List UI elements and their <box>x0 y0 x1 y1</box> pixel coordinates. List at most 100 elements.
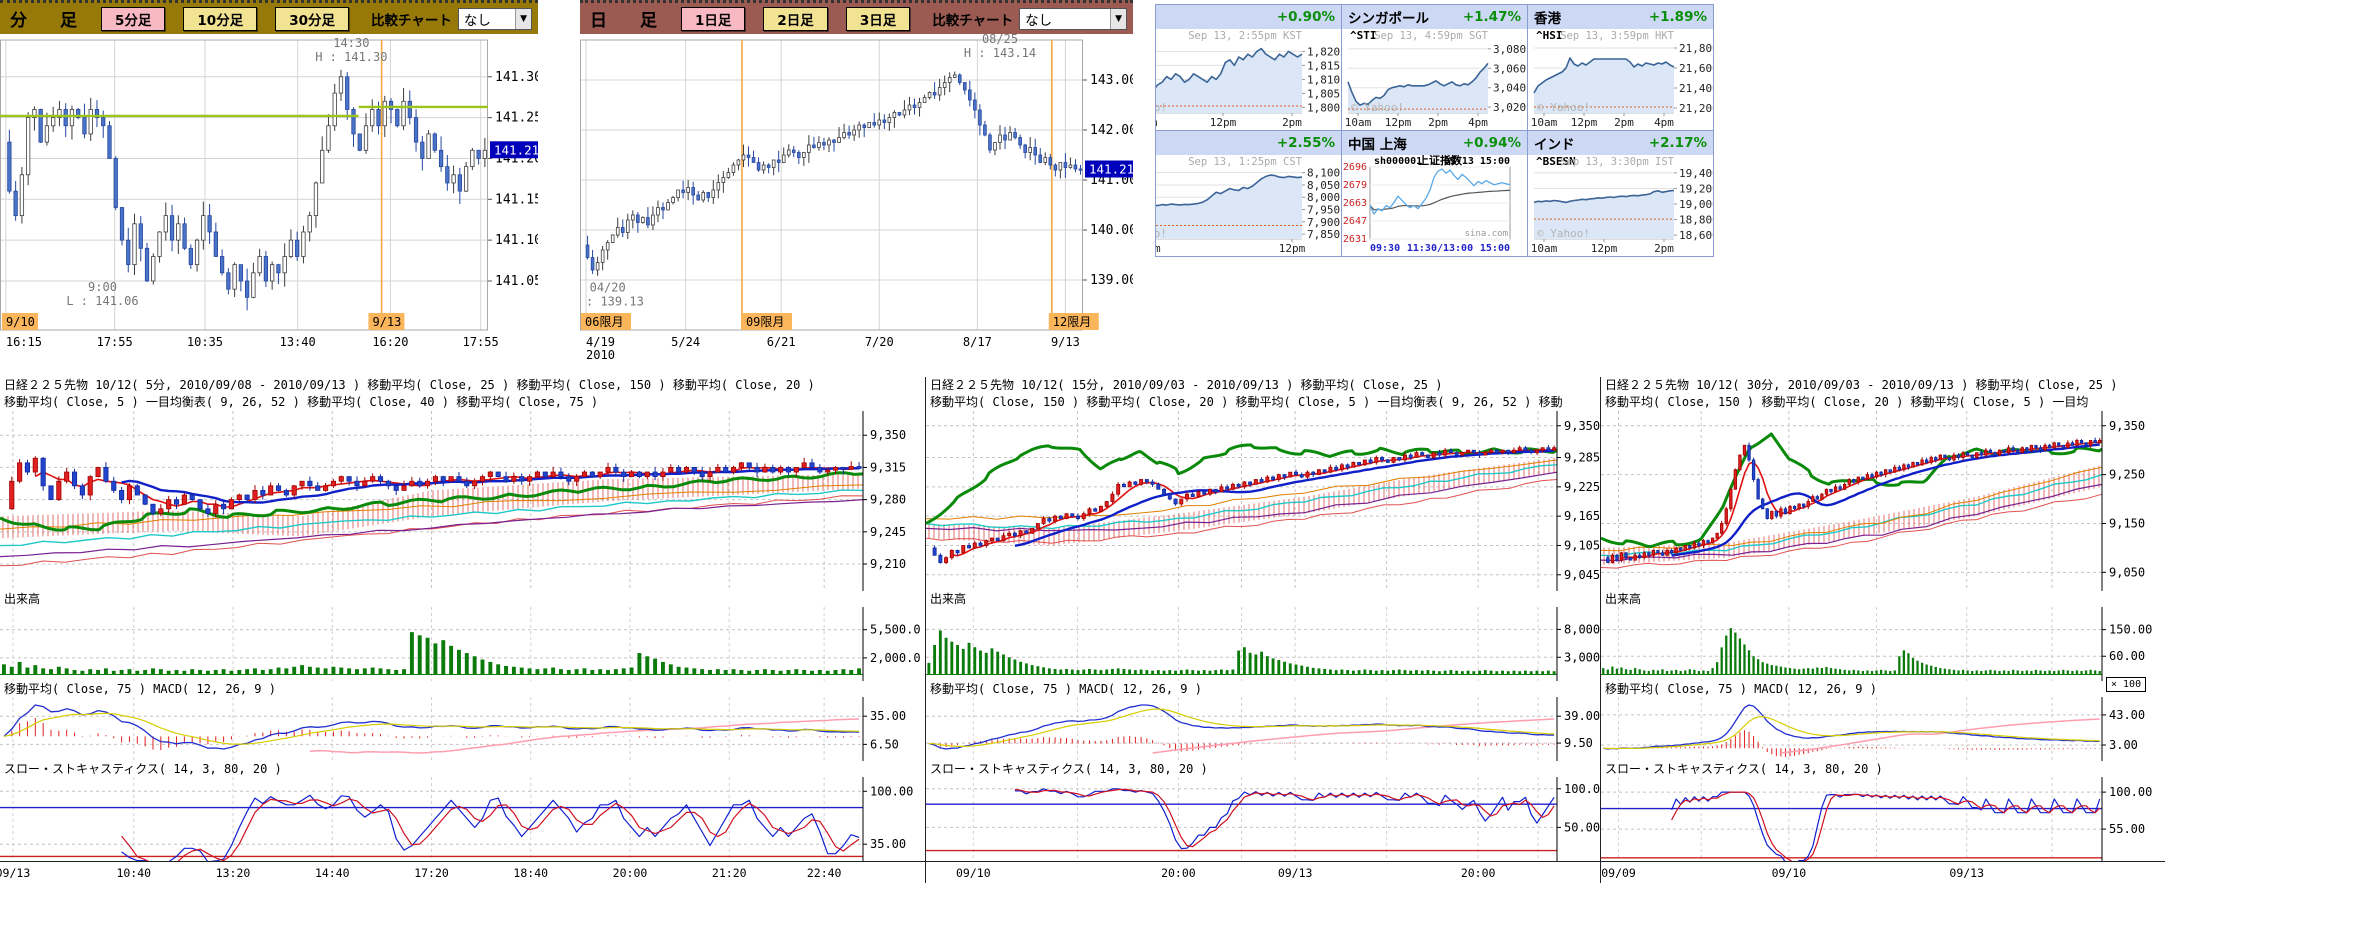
macd-chart[interactable]: 43.003.00 <box>1601 697 2166 761</box>
daily-chart-canvas[interactable]: 08/25H : 143.1404/20L : 139.13143.00142.… <box>580 34 1133 362</box>
trading-workspace: 分 足 5分足10分足30分足 比較チャート なし ▼ 14:30H : 141… <box>0 0 2380 948</box>
svg-text:09限月: 09限月 <box>746 315 784 329</box>
svg-text:2,000.0: 2,000.0 <box>870 651 921 665</box>
svg-text:2647: 2647 <box>1343 216 1367 227</box>
daily-chart-panel: 日 足 1日足2日足3日足 比較チャート なし ▼ 08/25H : 143.1… <box>580 0 1133 362</box>
svg-text:100.00: 100.00 <box>870 784 913 798</box>
volume-chart[interactable]: 5,500.02,000.0 <box>0 607 925 681</box>
mini-chart-header: シンガポール+1.47% <box>1342 5 1527 29</box>
svg-text:19,400: 19,400 <box>1679 167 1714 180</box>
mini-chart-canvas[interactable]: 1,8201,8151,8101,8051,800m12pm2pmoo!Sep … <box>1156 29 1341 130</box>
macd-section-label: 移動平均( Close, 75 ) MACD( 12, 26, 9 ) <box>926 681 1600 697</box>
svg-text:18,800: 18,800 <box>1679 214 1714 227</box>
svg-text:8,000: 8,000 <box>1307 191 1340 204</box>
mini-chart-canvas[interactable]: sh000001上证指数09-13 15:0026962679266326472… <box>1342 155 1527 256</box>
timeframe-button-2日足[interactable]: 2日足 <box>763 7 827 31</box>
market-name: 中国 上海 <box>1348 133 1407 153</box>
macd-chart[interactable]: 35.006.50 <box>0 697 925 761</box>
tech-main-chart[interactable]: 9,3509,3159,2809,2459,210 <box>0 411 925 591</box>
svg-text:15:00: 15:00 <box>1480 243 1510 254</box>
volume-section-label: 出来高 <box>1601 591 2165 607</box>
minute-chart-canvas[interactable]: 14:30H : 141.309:00L : 141.06141.30141.2… <box>0 34 538 362</box>
time-tick-label: 10:40 <box>116 866 151 880</box>
svg-text:55.00: 55.00 <box>2109 822 2145 836</box>
svg-text:12限月: 12限月 <box>1053 315 1091 329</box>
mini-market-chart-0: +0.90%1,8201,8151,8101,8051,800m12pm2pmo… <box>1156 5 1342 131</box>
chevron-down-icon: ▼ <box>515 9 531 29</box>
svg-text:9,105: 9,105 <box>1564 538 1600 552</box>
macd-chart[interactable]: 39.009.50 <box>926 697 1601 761</box>
timeframe-button-5分足[interactable]: 5分足 <box>101 7 165 31</box>
svg-text:2010: 2010 <box>586 348 615 362</box>
svg-text:12pm: 12pm <box>1571 116 1598 129</box>
svg-text:1,805: 1,805 <box>1307 87 1340 100</box>
svg-text:150.00: 150.00 <box>2109 623 2152 637</box>
svg-text:8,050: 8,050 <box>1307 179 1340 192</box>
svg-text:09:30: 09:30 <box>1370 243 1400 254</box>
tech-chart-panel-0: 日経２２５先物 10/12( 5分, 2010/09/08 - 2010/09/… <box>0 377 925 883</box>
tech-main-chart[interactable]: 9,3509,2859,2259,1659,1059,045 <box>926 411 1601 591</box>
time-tick-label: 09/10 <box>1772 866 1807 880</box>
svg-text:7,850: 7,850 <box>1307 228 1340 241</box>
time-tick-label: 09/13 <box>0 866 30 880</box>
tech-main-chart[interactable]: 9,3509,2509,1509,050 <box>1601 411 2166 591</box>
mini-chart-canvas[interactable]: 8,1008,0508,0007,9507,9007,850am12pmoo!S… <box>1156 155 1341 256</box>
svg-text:9,315: 9,315 <box>870 460 906 474</box>
market-change-percent: +2.55% <box>1277 135 1335 151</box>
market-change-percent: +1.47% <box>1463 9 1521 25</box>
svg-text:10:35: 10:35 <box>187 335 223 349</box>
volume-chart[interactable]: 150.0060.00 <box>1601 607 2166 681</box>
market-change-percent: +2.17% <box>1649 135 1707 151</box>
mini-chart-header: インド+2.17% <box>1528 131 1713 155</box>
svg-text:9,050: 9,050 <box>2109 565 2145 579</box>
svg-text:13:40: 13:40 <box>280 335 316 349</box>
mini-chart-header: +2.55% <box>1156 131 1341 155</box>
tech-chart-panel-1: 日経２２５先物 10/12( 15分, 2010/09/03 - 2010/09… <box>925 377 1600 883</box>
svg-text:143.00: 143.00 <box>1090 73 1133 88</box>
svg-text:9,165: 9,165 <box>1564 509 1600 523</box>
stochastics-chart[interactable]: 100.00 55.00 <box>1601 777 2166 861</box>
time-tick-label: 13:20 <box>216 866 251 880</box>
svg-text:2pm: 2pm <box>1654 242 1674 255</box>
svg-text:9,350: 9,350 <box>870 428 906 442</box>
compare-chart-select[interactable]: なし ▼ <box>458 8 532 30</box>
svg-text:sh000001: sh000001 <box>1374 156 1422 167</box>
svg-text:17:55: 17:55 <box>463 335 499 349</box>
volume-section-label: 出来高 <box>926 591 1600 607</box>
svg-text:19,000: 19,000 <box>1679 198 1714 211</box>
svg-text:08/25: 08/25 <box>982 34 1018 46</box>
svg-text:1,800: 1,800 <box>1307 101 1340 114</box>
mini-chart-canvas[interactable]: 19,40019,20019,00018,80018,60010am12pm2p… <box>1528 155 1713 256</box>
svg-text:1,815: 1,815 <box>1307 59 1340 72</box>
mini-chart-canvas[interactable]: 21,80021,60021,40021,20010am12pm2pm4pm© … <box>1528 29 1713 130</box>
timeframe-button-1日足[interactable]: 1日足 <box>681 7 745 31</box>
svg-text:9/10: 9/10 <box>6 315 35 329</box>
svg-text:9,350: 9,350 <box>2109 419 2145 433</box>
svg-text:H : 141.30: H : 141.30 <box>315 50 387 64</box>
svg-text:2631: 2631 <box>1343 234 1367 245</box>
svg-text:140.00: 140.00 <box>1090 223 1133 238</box>
svg-text:© Yahoo!: © Yahoo! <box>1537 101 1590 114</box>
svg-text:19,200: 19,200 <box>1679 182 1714 195</box>
volume-chart[interactable]: 8,000.03,000.0 <box>926 607 1601 681</box>
time-tick-label: 09/10 <box>956 866 991 880</box>
svg-text:3,080: 3,080 <box>1493 43 1526 56</box>
svg-text:100.00: 100.00 <box>2109 785 2152 799</box>
svg-text:5/24: 5/24 <box>671 335 700 349</box>
compare-chart-select[interactable]: なし ▼ <box>1019 8 1127 30</box>
svg-text:3,020: 3,020 <box>1493 101 1526 114</box>
svg-text:2663: 2663 <box>1343 198 1367 209</box>
stochastics-chart[interactable]: 100.0050.00 <box>926 777 1601 861</box>
svg-text:12pm: 12pm <box>1279 242 1306 255</box>
stochastics-chart[interactable]: 100.0035.00 <box>0 777 925 861</box>
timeframe-button-3日足[interactable]: 3日足 <box>846 7 910 31</box>
market-change-percent: +0.94% <box>1463 135 1521 151</box>
timeframe-button-30分足[interactable]: 30分足 <box>275 7 349 31</box>
svg-text:1,810: 1,810 <box>1307 73 1340 86</box>
svg-text:7/20: 7/20 <box>865 335 894 349</box>
mini-chart-canvas[interactable]: 3,0803,0603,0403,02010am12pm2pm4pm© Yaho… <box>1342 29 1527 130</box>
svg-text:9,350: 9,350 <box>1564 419 1600 433</box>
svg-text:Sep 13, 3:30pm IST: Sep 13, 3:30pm IST <box>1560 156 1674 168</box>
svg-text:9,280: 9,280 <box>870 493 906 507</box>
timeframe-button-10分足[interactable]: 10分足 <box>183 7 257 31</box>
